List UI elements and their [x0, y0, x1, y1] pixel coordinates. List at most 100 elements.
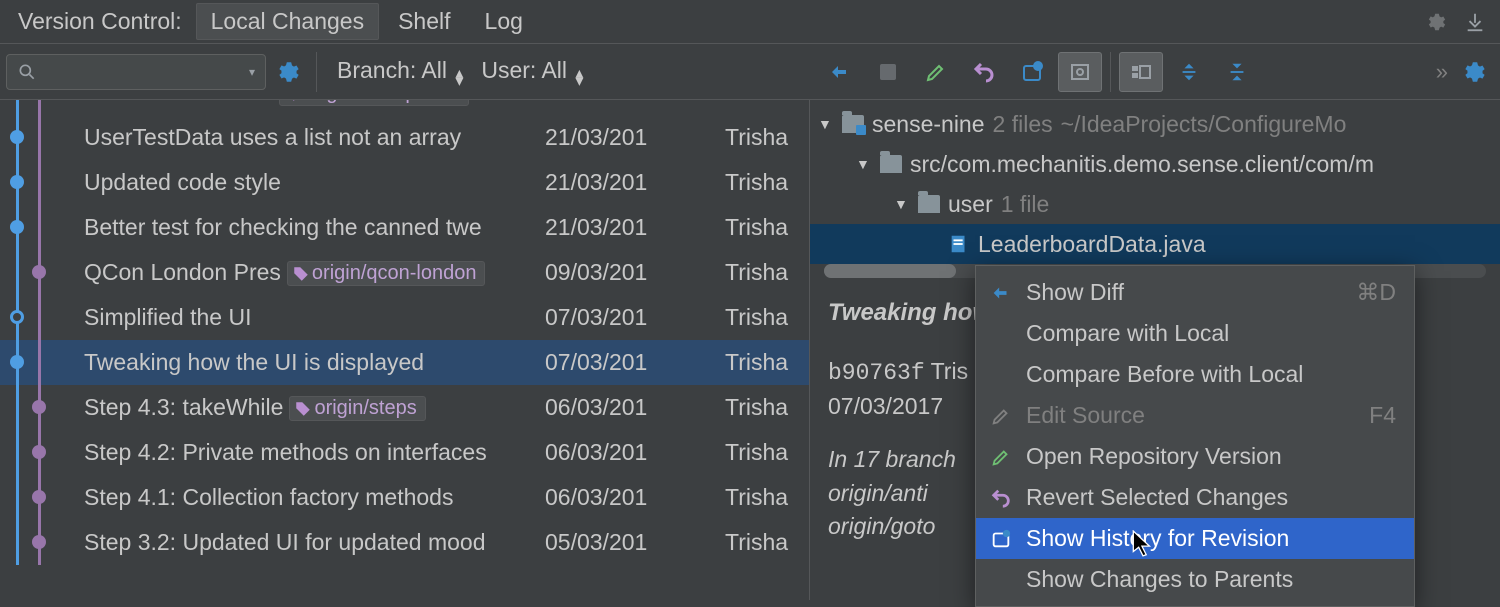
commit-author: Trisha [725, 394, 809, 421]
menu-item[interactable]: Revert Selected Changes [976, 477, 1414, 518]
commit-message: QCon London Presorigin/qcon-london [84, 259, 545, 286]
tab-shelf[interactable]: Shelf [383, 3, 465, 40]
commit-row[interactable]: Tweaking how the UI is displayed07/03/20… [0, 340, 809, 385]
chevron-down-icon[interactable]: ▾ [249, 65, 255, 79]
tab-local-changes[interactable]: Local Changes [196, 3, 379, 40]
commit-date: 07/03/201 [545, 349, 725, 376]
commit-author: Trisha [725, 100, 809, 106]
menu-item[interactable]: Open Repository Version [976, 436, 1414, 477]
user-filter[interactable]: User: All ▴▾ [481, 57, 583, 86]
tree-root[interactable]: ▼ sense-nine 2 files ~/IdeaProjects/Conf… [810, 104, 1500, 144]
commit-message: Step 4.1: Collection factory methods [84, 484, 545, 511]
chevron-down-icon: ▼ [856, 156, 872, 172]
tab-log[interactable]: Log [470, 3, 538, 40]
overflow-icon[interactable]: » [1426, 59, 1458, 85]
gear-blue-icon[interactable] [272, 57, 306, 87]
commit-author: Trisha [725, 484, 809, 511]
tree-folder[interactable]: ▼ user 1 file [810, 184, 1500, 224]
hide-icon[interactable] [1458, 7, 1492, 37]
preview-icon[interactable] [1058, 52, 1102, 92]
commit-row[interactable]: QCon London Presorigin/qcon-london09/03/… [0, 250, 809, 295]
commit-message: Updated code style [84, 169, 545, 196]
branch-tag[interactable]: origin/qcon-london [287, 261, 486, 286]
search-icon [17, 62, 37, 82]
edit-icon [988, 405, 1014, 427]
commit-row[interactable]: Step 4.2: Private methods on interfaces0… [0, 430, 809, 475]
menu-item[interactable]: Compare with Local [976, 313, 1414, 354]
commit-author: Tris [931, 358, 968, 384]
branch-filter[interactable]: Branch: All ▴▾ [337, 57, 463, 86]
java-file-icon [948, 233, 970, 255]
commit-row[interactable]: Step 4.1: Collection factory methods06/0… [0, 475, 809, 520]
menu-item[interactable]: Compare Before with Local [976, 354, 1414, 395]
menu-item-label: Revert Selected Changes [1026, 484, 1396, 511]
commit-author: Trisha [725, 439, 809, 466]
menu-shortcut: F4 [1369, 402, 1396, 429]
commit-date: 06/03/201 [545, 439, 725, 466]
commit-date: 21/03/201 [545, 124, 725, 151]
commit-author: Trisha [725, 169, 809, 196]
commit-date: 07/03/201 [545, 304, 725, 331]
commit-row[interactable]: Process API demoorigin/anticipation21/03… [0, 100, 809, 115]
commit-message: Better test for checking the canned twe [84, 214, 545, 241]
search-input[interactable]: ▾ [6, 54, 266, 90]
menu-item[interactable]: Show Diff⌘D [976, 272, 1414, 313]
revert-icon[interactable] [962, 52, 1006, 92]
commit-message: UserTestData uses a list not an array [84, 124, 545, 151]
commit-date: 06/03/201 [545, 394, 725, 421]
branch-tag[interactable]: origin/steps [289, 396, 425, 421]
commit-message: Step 4.3: takeWhileorigin/steps [84, 394, 545, 421]
commit-date: 09/03/201 [545, 259, 725, 286]
commit-author: Trisha [725, 529, 809, 556]
diff-icon [988, 282, 1014, 304]
menu-item-label: Edit Source [1026, 402, 1357, 429]
menu-item-label: Compare with Local [1026, 320, 1396, 347]
chevron-down-icon: ▼ [894, 196, 910, 212]
commit-row[interactable]: Step 4.3: takeWhileorigin/steps06/03/201… [0, 385, 809, 430]
commit-author: Trisha [725, 214, 809, 241]
commit-message: Tweaking how the UI is displayed [84, 349, 545, 376]
edit-icon[interactable] [914, 52, 958, 92]
collapse-icon[interactable] [1215, 52, 1259, 92]
commit-row[interactable]: Better test for checking the canned twe2… [0, 205, 809, 250]
tree-package[interactable]: ▼ src/com.mechanitis.demo.sense.client/c… [810, 144, 1500, 184]
commit-hash: b90763f [828, 360, 925, 386]
commit-date: 05/03/201 [545, 529, 725, 556]
menu-item[interactable]: Show Changes to Parents [976, 559, 1414, 600]
history-icon[interactable] [1010, 52, 1054, 92]
commit-row[interactable]: Updated code style21/03/201Trisha [0, 160, 809, 205]
commit-message: Step 3.2: Updated UI for updated mood [84, 529, 545, 556]
changed-files-tree[interactable]: ▼ sense-nine 2 files ~/IdeaProjects/Conf… [810, 100, 1500, 264]
cherry-pick-icon[interactable] [818, 52, 862, 92]
details-toolbar [810, 44, 1259, 100]
gear-icon[interactable] [1420, 7, 1454, 37]
expand-icon[interactable] [1167, 52, 1211, 92]
commit-message: Simplified the UI [84, 304, 545, 331]
branch-tag[interactable]: origin/anticipation [279, 100, 469, 106]
commit-row[interactable]: Step 3.2: Updated UI for updated mood05/… [0, 520, 809, 565]
commit-message: Process API demoorigin/anticipation [84, 100, 545, 106]
commit-date: 06/03/201 [545, 484, 725, 511]
tree-file[interactable]: LeaderboardData.java [810, 224, 1500, 264]
group-icon[interactable] [1119, 52, 1163, 92]
history-icon [988, 528, 1014, 550]
commit-row[interactable]: UserTestData uses a list not an array21/… [0, 115, 809, 160]
commit-author: Trisha [725, 124, 809, 151]
commit-author: Trisha [725, 259, 809, 286]
context-menu: Show Diff⌘D Compare with Local Compare Bef… [975, 265, 1415, 607]
menu-item-label: Open Repository Version [1026, 443, 1396, 470]
folder-icon [880, 155, 902, 173]
folder-icon [918, 195, 940, 213]
highlight-icon[interactable] [866, 52, 910, 92]
gear-blue-icon[interactable] [1458, 57, 1492, 87]
commit-row[interactable]: Simplified the UI07/03/201Trisha [0, 295, 809, 340]
commit-date: 21/03/201 [545, 169, 725, 196]
mouse-cursor [1132, 530, 1154, 558]
menu-item-label: Compare Before with Local [1026, 361, 1396, 388]
commit-list[interactable]: Process API demoorigin/anticipation 21/03… [0, 100, 810, 600]
menu-item[interactable]: Show History for Revision [976, 518, 1414, 559]
menu-item-label: Show Changes to Parents [1026, 566, 1396, 593]
vcs-title: Version Control: [8, 8, 192, 35]
module-icon [842, 115, 864, 133]
chevron-down-icon: ▼ [818, 116, 834, 132]
